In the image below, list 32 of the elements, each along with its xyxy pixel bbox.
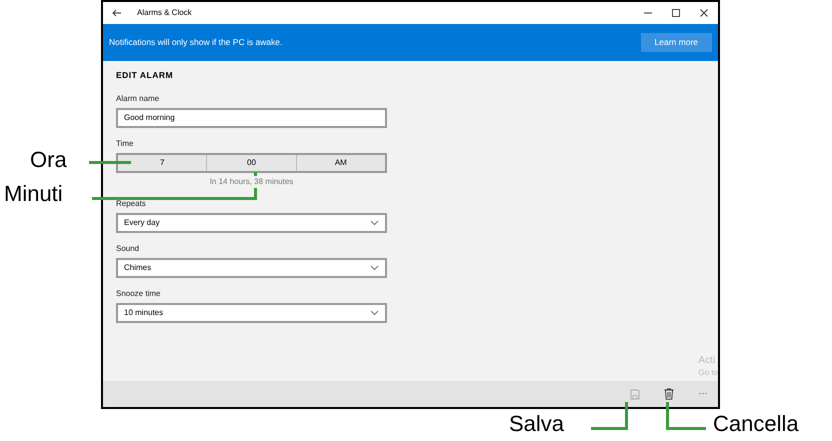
- back-arrow-icon: [112, 9, 122, 17]
- field-label: Time: [116, 138, 134, 150]
- time-picker-segment[interactable]: 7: [118, 155, 206, 171]
- dropdown[interactable]: 10 minutes: [116, 303, 387, 323]
- notification-text: Notifications will only show if the PC is awake.: [109, 36, 282, 49]
- delete-button[interactable]: [662, 386, 676, 402]
- more-button[interactable]: ···: [696, 385, 710, 401]
- chevron-down-icon: [370, 310, 379, 316]
- text-field[interactable]: Good morning: [116, 108, 387, 128]
- time-hint: In 14 hours, 38 minutes: [208, 176, 296, 188]
- callout-label: Salva: [509, 411, 564, 437]
- field-label: Alarm name: [116, 93, 160, 105]
- window-title: Alarms & Clock: [137, 7, 192, 19]
- dropdown[interactable]: Every day: [116, 213, 387, 233]
- time-picker-segment[interactable]: AM: [296, 155, 385, 171]
- close-icon: [699, 8, 709, 18]
- leader-line: [666, 402, 706, 430]
- dropdown[interactable]: Chimes: [116, 258, 387, 278]
- leader-line: [591, 402, 628, 430]
- chevron-down-icon: [370, 265, 379, 271]
- callout-label: Cancella: [713, 411, 799, 437]
- page-heading: EDIT ALARM: [116, 69, 174, 82]
- callout-label: Ora: [30, 147, 67, 173]
- time-picker-segment[interactable]: 00: [206, 155, 296, 171]
- trash-icon: [664, 388, 674, 400]
- chevron-down-icon: [370, 220, 379, 226]
- field-label: Repeats: [116, 198, 147, 210]
- field-label: Sound: [116, 243, 140, 255]
- leader-line: [89, 161, 131, 164]
- callout-label: Minuti: [4, 181, 63, 207]
- field-label: Snooze time: [116, 288, 162, 300]
- maximize-icon: [671, 8, 681, 18]
